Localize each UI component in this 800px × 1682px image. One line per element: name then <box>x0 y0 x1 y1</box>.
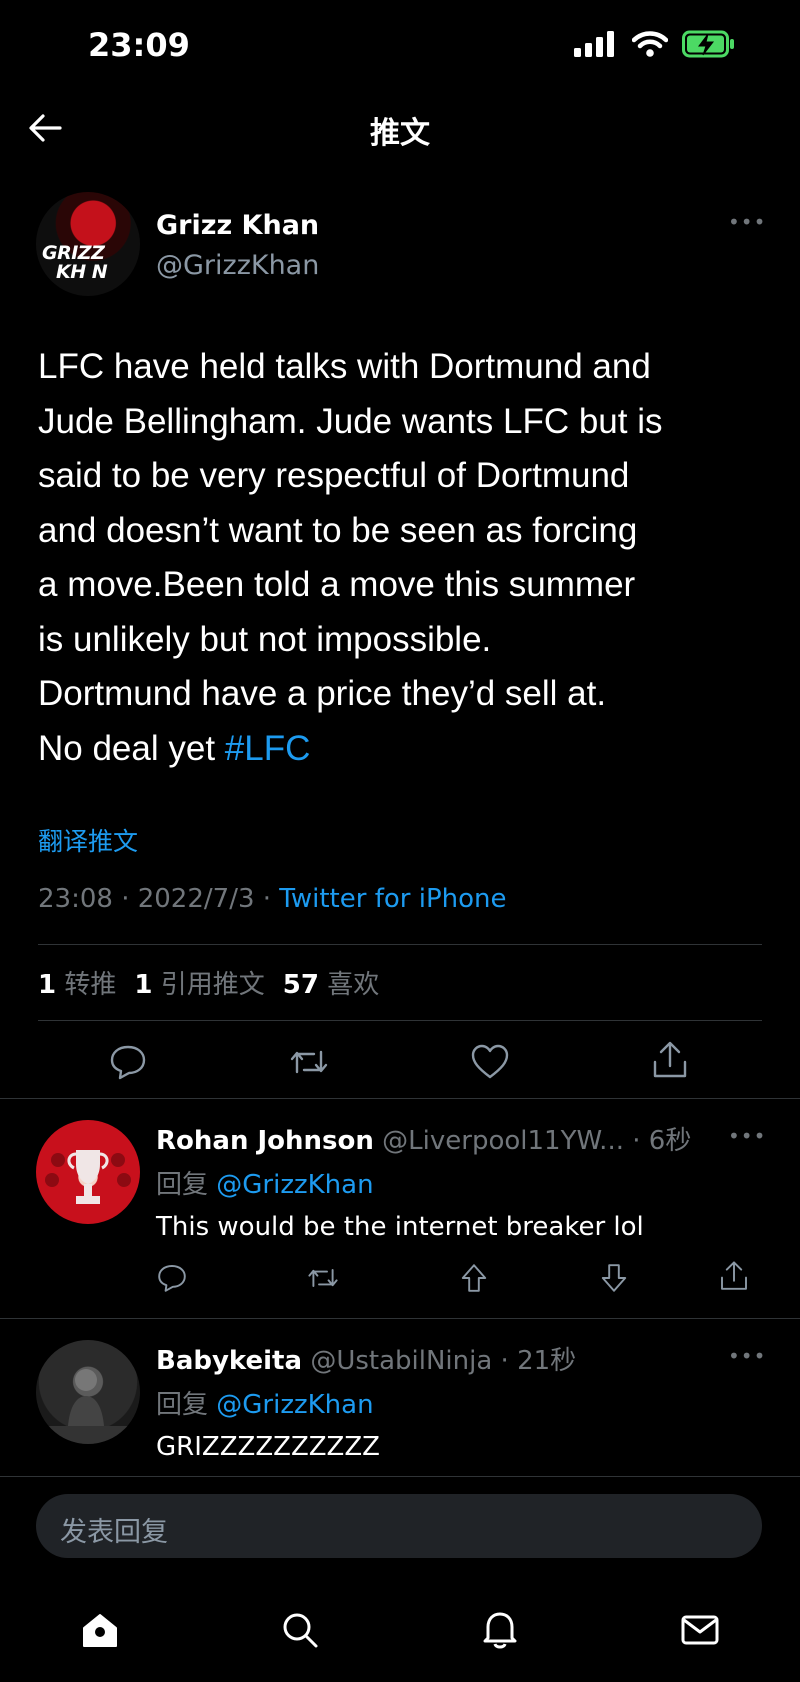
mention-link[interactable]: @GrizzKhan <box>216 1390 373 1420</box>
like-button[interactable] <box>470 1042 510 1082</box>
divider <box>0 1318 800 1319</box>
bell-icon <box>483 1612 517 1649</box>
tab-home[interactable] <box>80 1610 120 1650</box>
hashtag-link[interactable]: #LFC <box>225 729 311 768</box>
upvote-button[interactable] <box>458 1262 490 1294</box>
person-graphic <box>36 1369 140 1444</box>
home-icon <box>83 1614 117 1647</box>
more-options-icon[interactable]: ••• <box>728 210 766 234</box>
retweet-button[interactable] <box>288 1042 330 1082</box>
avatar-logo: GRIZZ KH N <box>42 242 108 283</box>
divider <box>38 944 762 945</box>
reply-header: Babykeita @UstabilNinja · 21秒 <box>156 1346 577 1376</box>
tweet-stats: 1 转推 1 引用推文 57 喜欢 <box>38 964 379 1001</box>
divider <box>0 1476 800 1477</box>
replying-to: 回复 @GrizzKhan <box>156 1390 374 1420</box>
author-handle[interactable]: @GrizzKhan <box>156 250 319 281</box>
share-icon <box>653 1041 687 1078</box>
reply-text: GRIZZZZZZZZZZ <box>156 1432 380 1462</box>
divider <box>38 1020 762 1021</box>
battery-charging-icon <box>682 30 734 58</box>
share-button[interactable] <box>718 1260 750 1292</box>
reply-author-name[interactable]: Rohan Johnson <box>156 1126 374 1156</box>
translate-tweet-link[interactable]: 翻译推文 <box>38 822 138 858</box>
replying-to: 回复 @GrizzKhan <box>156 1170 374 1200</box>
downvote-button[interactable] <box>598 1262 630 1294</box>
likes-stat[interactable]: 57 喜欢 <box>283 964 379 1001</box>
tab-messages[interactable] <box>680 1610 720 1650</box>
search-icon <box>283 1613 318 1648</box>
reply-author-handle[interactable]: @UstabilNinja <box>310 1346 492 1376</box>
share-icon <box>721 1261 747 1290</box>
comment-icon <box>158 1265 186 1292</box>
reply-button[interactable] <box>156 1262 188 1294</box>
mention-link[interactable]: @GrizzKhan <box>216 1170 373 1200</box>
tab-notifications[interactable] <box>480 1608 520 1650</box>
divider <box>0 1098 800 1099</box>
share-button[interactable] <box>650 1040 690 1080</box>
quotes-stat[interactable]: 1 引用推文 <box>134 964 264 1001</box>
arrow-down-icon <box>601 1264 627 1292</box>
author-name[interactable]: Grizz Khan <box>156 210 319 241</box>
page-title: 推文 <box>370 116 430 151</box>
tweet-source-link[interactable]: Twitter for iPhone <box>279 884 506 914</box>
reply-author-handle[interactable]: @Liverpool11YW... <box>382 1126 624 1156</box>
mail-icon <box>681 1615 719 1645</box>
reply-button[interactable] <box>108 1042 148 1082</box>
comment-icon <box>110 1045 146 1080</box>
reply-avatar[interactable] <box>36 1120 140 1224</box>
reply-input-placeholder: 发表回复 <box>60 1517 168 1548</box>
tab-bar <box>0 1596 800 1682</box>
reply-text: This would be the internet breaker lol <box>156 1212 644 1242</box>
retweet-icon <box>308 1269 338 1287</box>
wifi-icon <box>632 31 668 57</box>
more-options-icon[interactable]: ••• <box>728 1124 766 1148</box>
reply-author-name[interactable]: Babykeita <box>156 1346 302 1376</box>
retweet-icon <box>290 1050 328 1074</box>
reply-header: Rohan Johnson @Liverpool11YW... · 6秒 <box>156 1126 692 1156</box>
status-icons <box>574 30 736 58</box>
author-avatar[interactable]: GRIZZ KH N <box>36 192 140 296</box>
tab-search[interactable] <box>280 1610 320 1650</box>
retweets-stat[interactable]: 1 转推 <box>38 964 116 1001</box>
tweet-timestamp: 23:08 · 2022/7/3 · Twitter for iPhone <box>38 884 507 914</box>
heart-icon <box>471 1044 509 1079</box>
signal-icon <box>574 31 614 57</box>
tweet-text: LFC have held talks with Dortmund and Ju… <box>38 347 663 768</box>
reply-avatar[interactable] <box>36 1340 140 1444</box>
status-time: 23:09 <box>88 26 190 64</box>
retweet-button[interactable] <box>306 1262 340 1294</box>
trophy-graphic <box>45 1150 131 1204</box>
arrow-up-icon <box>461 1264 487 1292</box>
more-options-icon[interactable]: ••• <box>728 1344 766 1368</box>
